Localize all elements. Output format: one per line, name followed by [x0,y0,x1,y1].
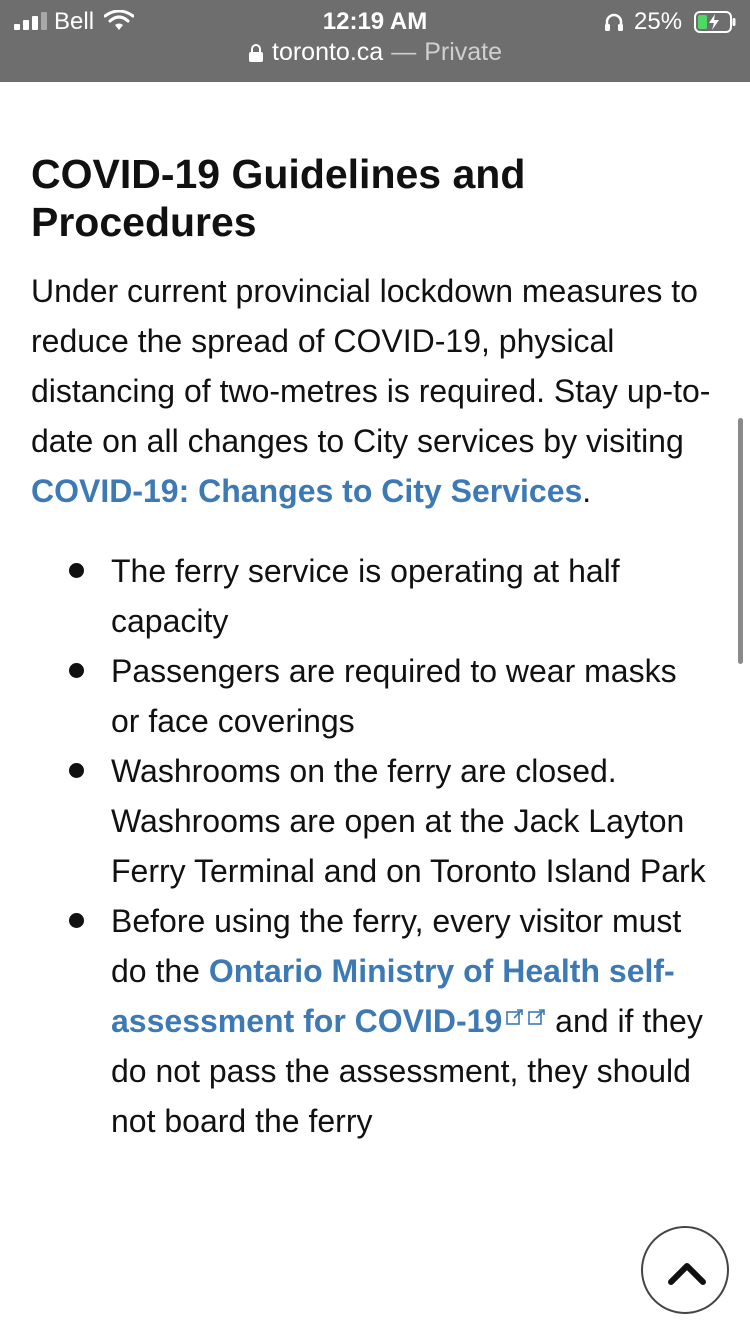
private-mode-label: Private [424,38,502,66]
list-item: Passengers are required to wear masks or… [31,646,711,746]
bullet-icon [69,663,84,678]
page-title: COVID-19 Guidelines and Procedures [31,151,526,245]
bullet-icon [69,563,84,578]
list-item-text: Passengers are required to wear masks or… [111,653,677,739]
intro-end: . [582,473,592,509]
list-item-text: Washrooms on the ferry are closed. Washr… [111,753,706,889]
list-item-text: The ferry service is operating at half c… [111,553,620,639]
list-item: The ferry service is operating at half c… [31,546,711,646]
address-bar[interactable]: toronto.ca — Private [0,38,750,72]
browser-top-bar: Bell 12:19 AM 25% toronto.ca — Private [0,0,750,82]
intro-paragraph: Under current provincial lockdown measur… [31,266,711,516]
url-domain: toronto.ca [272,38,384,66]
list-item: Before using the ferry, every visitor mu… [31,896,711,1146]
url-separator: — [391,38,417,66]
scrollbar[interactable] [738,418,743,664]
external-link-icon [506,1009,524,1025]
guidelines-list: The ferry service is operating at half c… [31,546,711,1146]
intro-text: Under current provincial lockdown measur… [31,273,711,459]
lock-icon [249,43,263,62]
battery-percent: 25% [634,8,683,35]
external-link-icon [528,1009,546,1025]
article-content: COVID-19 Guidelines and Procedures Under… [31,150,711,1146]
bullet-icon [69,913,84,928]
list-item: Washrooms on the ferry are closed. Washr… [31,746,711,896]
bullet-icon [69,763,84,778]
chevron-up-icon [668,1263,706,1285]
status-bar: Bell 12:19 AM 25% [0,6,750,36]
covid-city-services-link[interactable]: COVID-19: Changes to City Services [31,473,582,509]
back-to-top-button[interactable] [641,1226,729,1314]
battery-charging-icon [694,11,736,33]
headphones-icon [605,13,623,31]
